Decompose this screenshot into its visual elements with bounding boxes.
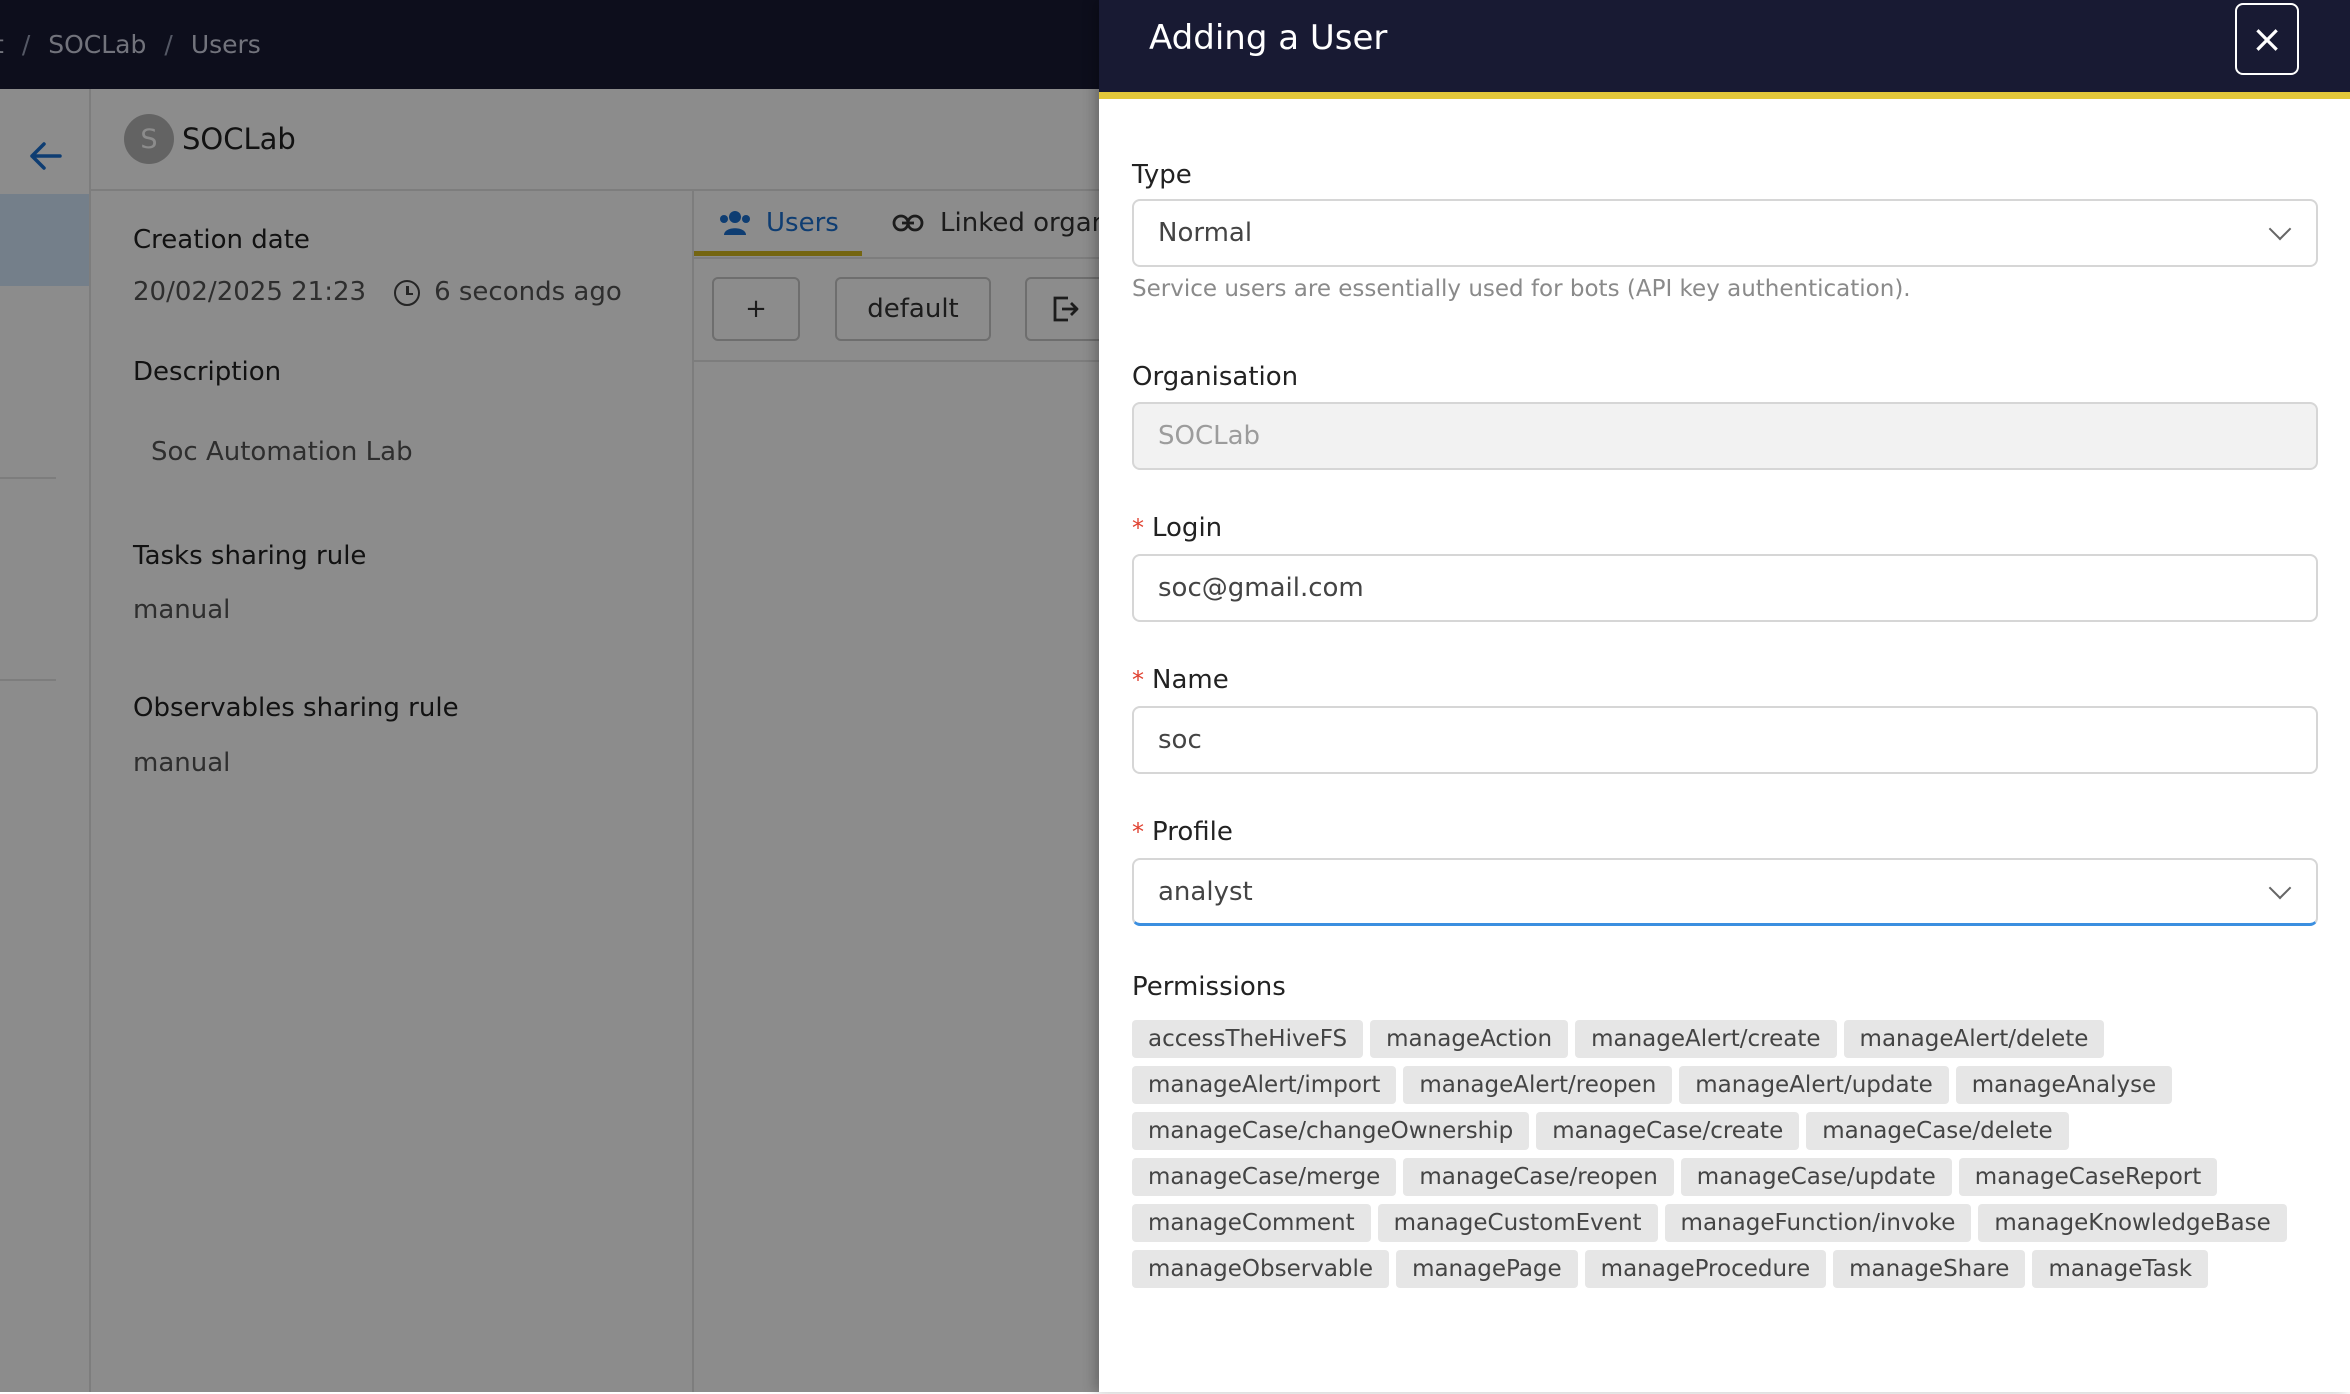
permission-chip: manageComment (1132, 1204, 1371, 1242)
type-value: Normal (1158, 218, 1253, 248)
add-user-drawer: Adding a User × Type Normal Service user… (1099, 0, 2350, 1392)
close-icon: × (2251, 17, 2283, 61)
permission-chip: manageAlert/reopen (1403, 1066, 1673, 1104)
permission-chip: manageAlert/delete (1843, 1020, 2105, 1058)
name-field[interactable]: soc (1132, 706, 2318, 774)
name-label: * Name (1132, 665, 1229, 695)
permission-chip: manageAnalyse (1955, 1066, 2173, 1104)
permission-chip: manageAlert/update (1679, 1066, 1949, 1104)
permission-chip: manageCase/merge (1132, 1158, 1397, 1196)
permission-chip: manageKnowledgeBase (1978, 1204, 2287, 1242)
permission-chip: managePage (1396, 1250, 1578, 1288)
permission-chip: manageCase/update (1680, 1158, 1952, 1196)
profile-label: * Profile (1132, 817, 1233, 847)
type-help-text: Service users are essentially used for b… (1132, 276, 1911, 302)
permission-chip: manageProcedure (1584, 1250, 1827, 1288)
permission-chip: manageFunction/invoke (1664, 1204, 1972, 1242)
permissions-list: accessTheHiveFS manageAction manageAlert/c… (1132, 1020, 2322, 1288)
permission-chip: manageCase/delete (1806, 1112, 2069, 1150)
permission-chip: manageCase/changeOwnership (1132, 1112, 1530, 1150)
organisation-value: SOCLab (1158, 421, 1261, 451)
required-marker: * (1132, 666, 1144, 694)
permission-chip: manageObservable (1132, 1250, 1390, 1288)
chevron-down-icon (2268, 217, 2292, 241)
login-label: * Login (1132, 513, 1223, 543)
modal-backdrop[interactable] (0, 0, 1099, 1392)
profile-select[interactable]: analyst (1132, 858, 2318, 926)
permissions-label: Permissions (1132, 972, 1286, 1002)
required-marker: * (1132, 514, 1144, 542)
type-label: Type (1132, 160, 1192, 190)
login-value: soc@gmail.com (1158, 573, 1364, 603)
profile-value: analyst (1158, 876, 1253, 907)
permission-chip: manageCustomEvent (1377, 1204, 1658, 1242)
login-field[interactable]: soc@gmail.com (1132, 554, 2318, 622)
type-select[interactable]: Normal (1132, 199, 2318, 267)
permission-chip: manageTask (2032, 1250, 2209, 1288)
organisation-field: SOCLab (1132, 402, 2318, 470)
name-value: soc (1158, 725, 1202, 755)
permission-chip: accessTheHiveFS (1132, 1020, 1364, 1058)
permission-chip: manageAlert/import (1132, 1066, 1397, 1104)
close-button[interactable]: × (2235, 3, 2299, 75)
permission-chip: manageAction (1370, 1020, 1569, 1058)
permission-chip: manageAlert/create (1575, 1020, 1837, 1058)
permission-chip: manageShare (1833, 1250, 2026, 1288)
drawer-header: Adding a User × (1099, 0, 2350, 99)
permission-chip: manageCase/reopen (1403, 1158, 1674, 1196)
permission-chip: manageCase/create (1536, 1112, 1800, 1150)
chevron-down-icon (2268, 876, 2292, 900)
permission-chip: manageCaseReport (1958, 1158, 2218, 1196)
required-marker: * (1132, 818, 1144, 846)
drawer-title: Adding a User (1149, 18, 1388, 58)
organisation-label: Organisation (1132, 362, 1299, 392)
